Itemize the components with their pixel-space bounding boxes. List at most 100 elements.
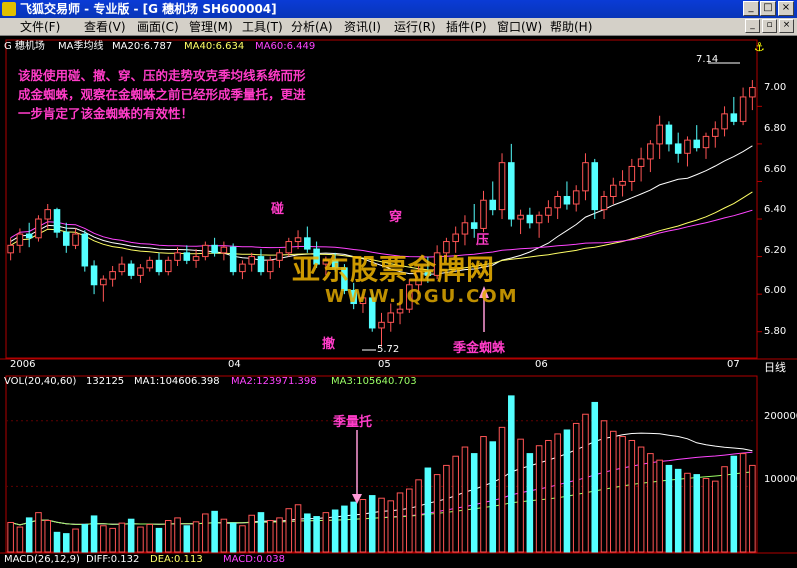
candle-body	[164, 259, 172, 273]
candle-body	[600, 195, 608, 211]
candle-body	[174, 252, 181, 261]
volume-bar	[415, 479, 422, 553]
candle-body	[239, 263, 246, 273]
period-selector[interactable]: 日线	[764, 359, 786, 375]
menu-window[interactable]: 窗口(W)	[497, 19, 542, 35]
volume-bar	[665, 464, 673, 553]
volume-bar	[572, 422, 580, 553]
candle-body	[730, 113, 738, 122]
volume-bar	[174, 517, 181, 553]
candle-body	[628, 165, 636, 182]
volume-bar	[183, 525, 191, 553]
volume-bar	[443, 464, 450, 553]
close-button[interactable]: ×	[778, 1, 794, 16]
vol-title: VOL(20,40,60)	[4, 376, 77, 387]
candle-body	[90, 265, 98, 286]
volume-bar	[684, 472, 691, 553]
volume-bar	[702, 478, 710, 553]
volume-bar	[359, 499, 367, 553]
mdi-close-button[interactable]: ×	[779, 19, 794, 33]
candle-body	[470, 222, 478, 229]
analysis-note: 该股使用碰、撤、穿、压的走势攻克季均线系统而形成金蜘蛛，观察在金蜘蛛之前已经形成…	[18, 68, 306, 121]
annotation-volume-support: 季量托	[333, 415, 373, 430]
ma40-value: MA40:6.634	[184, 41, 245, 52]
volume-bar	[554, 433, 561, 553]
candle-body	[647, 143, 654, 160]
volume-bar	[674, 468, 682, 553]
candle-body	[211, 244, 218, 254]
high-price-label: 7.14	[696, 54, 719, 65]
candle-body	[72, 233, 79, 246]
mdi-restore-button[interactable]: ▫	[762, 19, 777, 33]
candle-body	[192, 256, 200, 261]
candle-body	[637, 158, 645, 167]
volume-bar	[53, 531, 61, 553]
menu-info[interactable]: 资讯(I)	[344, 19, 381, 35]
candle-body	[684, 139, 691, 154]
volume-bar	[164, 520, 172, 553]
title-bar: 飞狐交易师 - 专业版 - [G 穗机场 SH600004] _ □ ×	[0, 0, 797, 18]
volume-bar	[202, 513, 209, 553]
annotation-ya: 压	[476, 233, 490, 248]
menu-screen[interactable]: 画面(C)	[137, 19, 179, 35]
vol-value: 132125	[86, 376, 125, 387]
candle-body	[749, 87, 756, 98]
candle-body	[508, 162, 515, 220]
candle-body	[276, 252, 283, 261]
ma60-value: MA60:6.449	[255, 41, 316, 52]
candle-body	[563, 195, 571, 205]
menu-tools[interactable]: 工具(T)	[242, 19, 283, 35]
volume-bar	[693, 474, 701, 553]
volume-bar	[341, 505, 348, 553]
volume-bar	[739, 453, 747, 553]
volume-bar	[62, 533, 70, 553]
price-tick: 6.20	[764, 245, 787, 256]
menu-help[interactable]: 帮助(H)	[550, 19, 592, 35]
vol-ma3-value: MA3:105640.703	[331, 376, 417, 387]
date-tick: 2006	[10, 359, 36, 370]
volume-bar	[313, 516, 320, 553]
volume-bar	[25, 517, 33, 553]
candle-body	[693, 139, 701, 149]
menu-plugins[interactable]: 插件(P)	[446, 19, 487, 35]
volume-bar	[387, 500, 395, 553]
volume-bar	[508, 395, 515, 553]
date-tick: 05	[378, 359, 391, 370]
volume-bar	[545, 439, 552, 553]
volume-bar	[350, 501, 357, 553]
candle-body	[53, 209, 61, 233]
minimize-button[interactable]: _	[743, 1, 759, 16]
volume-bar	[229, 522, 237, 553]
menu-run[interactable]: 运行(R)	[394, 19, 436, 35]
indicator-name: MA季均线	[58, 41, 104, 52]
annotation-peng: 碰	[271, 202, 285, 217]
candle-body	[100, 278, 107, 286]
volume-bar	[489, 441, 497, 553]
watermark-logo: 亚东股票金牌网	[292, 253, 496, 286]
volume-bar	[619, 436, 626, 553]
volume-bar	[7, 521, 14, 553]
candle-body	[489, 199, 497, 211]
candle-body	[155, 259, 163, 273]
menu-view[interactable]: 查看(V)	[84, 19, 126, 35]
volume-bar	[378, 497, 385, 553]
volume-bar	[35, 512, 42, 553]
candle-body	[229, 246, 237, 273]
candle-body	[674, 143, 682, 154]
candle-body	[285, 241, 293, 254]
mdi-minimize-button[interactable]: _	[745, 19, 760, 33]
maximize-button[interactable]: □	[760, 1, 776, 16]
macd-dea-value: DEA:0.113	[150, 554, 203, 565]
menu-file[interactable]: 文件(F)	[20, 19, 60, 35]
candle-body	[248, 256, 255, 265]
volume-bar	[563, 429, 571, 553]
candle-body	[545, 207, 552, 216]
anchor-icon[interactable]: ⚓	[754, 41, 765, 53]
vol-tick: 200000	[764, 411, 797, 422]
date-tick: 06	[535, 359, 548, 370]
candle-body	[7, 244, 14, 254]
menu-analysis[interactable]: 分析(A)	[291, 19, 333, 35]
candle-body	[127, 263, 135, 276]
price-tick: 5.80	[764, 326, 787, 337]
menu-manage[interactable]: 管理(M)	[189, 19, 233, 35]
